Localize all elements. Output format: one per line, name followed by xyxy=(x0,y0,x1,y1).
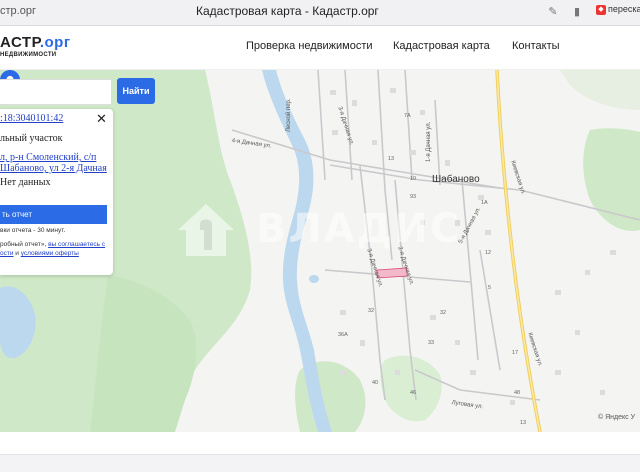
address-bar[interactable]: стр.орг xyxy=(0,5,36,17)
street-label: 1-я Дачная ул. xyxy=(426,121,432,162)
house-number: 32 xyxy=(440,310,447,316)
house-number: 46 xyxy=(410,390,417,396)
forest-bottom-right xyxy=(380,355,442,422)
house-number: 5 xyxy=(488,285,492,291)
house-number: 40 xyxy=(372,380,379,386)
nav-cadastral-map[interactable]: Кадастровая карта xyxy=(393,40,490,52)
house-number: 32 xyxy=(368,308,375,314)
translate-badge-icon: ◆ xyxy=(596,4,606,15)
house-number: 48 xyxy=(514,390,521,396)
house-number: 12 xyxy=(485,250,492,256)
house-number: 33 xyxy=(428,340,435,346)
house-number: 36А xyxy=(338,332,348,338)
meadow-top-right xyxy=(560,70,640,110)
object-type: льный участок xyxy=(0,133,63,144)
street-label: Лесной пер. xyxy=(286,98,292,132)
cadastral-map[interactable]: Лесной пер. 3-я Дачная ул. 4-я Дачная ул… xyxy=(0,70,640,432)
translate-chip[interactable]: ◆пересказ xyxy=(596,4,640,21)
search-input[interactable] xyxy=(0,79,112,105)
house-number: 10 xyxy=(410,176,417,182)
nav-property-check[interactable]: Проверка недвижимости xyxy=(246,40,373,52)
cadastral-number-link[interactable]: :18:3040101:42 xyxy=(0,113,63,124)
parcel-info-panel: :18:3040101:42 ✕ льный участок л, р-н См… xyxy=(0,109,113,275)
map-copyright[interactable]: © Яндекс У xyxy=(598,414,635,421)
order-report-button[interactable]: ть отчет xyxy=(0,205,107,224)
browser-bottom-bar xyxy=(0,454,640,472)
bookmark-icon[interactable]: ▮ xyxy=(570,5,584,19)
house-number: 13 xyxy=(388,156,395,162)
watermark-house-icon xyxy=(178,204,234,256)
extension-icon[interactable]: ✎ xyxy=(546,5,560,19)
house-number: 17 xyxy=(512,350,519,356)
site-logo-subtitle: НЕДВИЖИМОСТИ xyxy=(0,52,57,58)
offer-terms-link[interactable]: условиями оферты xyxy=(21,250,79,257)
agreement-note: робный отчет», вы соглашаетесь с ости и у… xyxy=(0,241,106,257)
pond-small xyxy=(309,275,319,283)
search-button[interactable]: Найти xyxy=(117,78,155,104)
privacy-link[interactable]: ости xyxy=(0,250,13,257)
village-label: Шабаново xyxy=(432,174,480,185)
address-link[interactable]: л, р-н Смоленский, с/п Шабаново, ул 2-я … xyxy=(0,152,112,174)
forest-right xyxy=(583,128,640,231)
house-number: 13 xyxy=(520,420,527,426)
site-header: АСТР.орг НЕДВИЖИМОСТИ Проверка недвижимо… xyxy=(0,26,640,70)
page-tab-title: Кадастровая карта - Кадастр.орг xyxy=(196,4,379,18)
value-status: Нет данных xyxy=(0,177,51,188)
house-number: 1А xyxy=(481,200,488,206)
agreement-link[interactable]: вы соглашаетесь с xyxy=(48,241,105,248)
browser-toolbar: стр.орг Кадастровая карта - Кадастр.орг … xyxy=(0,0,640,26)
delivery-time-note: вки отчета - 30 минут. xyxy=(0,227,66,234)
house-number: 7А xyxy=(404,113,411,119)
site-logo[interactable]: АСТР.орг xyxy=(0,34,71,51)
page-bottom xyxy=(0,432,640,472)
main-road xyxy=(495,70,542,432)
watermark-logo: ВЛАДИС xyxy=(174,200,474,260)
nav-contacts[interactable]: Контакты xyxy=(512,40,560,52)
close-icon[interactable]: ✕ xyxy=(96,111,107,127)
